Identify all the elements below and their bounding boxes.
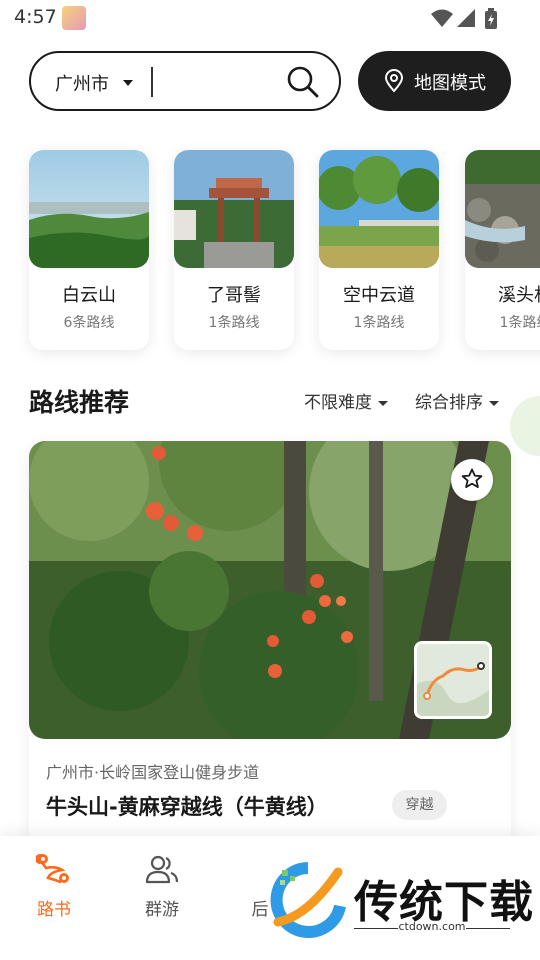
map-mode-label: 地图模式 bbox=[414, 73, 486, 94]
favorite-button[interactable] bbox=[451, 459, 493, 501]
search-bar: 广州市 bbox=[29, 51, 341, 111]
city-selector[interactable]: 广州市 bbox=[55, 70, 109, 96]
status-time: 4:57 bbox=[14, 6, 57, 28]
battery-icon bbox=[485, 8, 497, 29]
nav-tab-group-tour[interactable]: 群游 bbox=[122, 852, 202, 922]
place-photo bbox=[174, 150, 294, 268]
search-cursor bbox=[151, 67, 153, 97]
app-screen: 4:57 广州市 地图模式 白云山 6条路线 了哥髻 1条路线 空中云道 1条路… bbox=[0, 0, 540, 960]
search-icon[interactable] bbox=[286, 65, 320, 99]
places-carousel: 白云山 6条路线 了哥髻 1条路线 空中云道 1条路线 溪头 1条路 bbox=[0, 150, 540, 355]
group-icon bbox=[145, 855, 179, 884]
chevron-down-icon[interactable] bbox=[123, 80, 133, 86]
watermark-logo bbox=[270, 862, 346, 938]
place-photo bbox=[29, 150, 149, 268]
place-name: 空中云道 bbox=[343, 285, 415, 306]
place-card-ligeji[interactable]: 了哥髻 1条路线 bbox=[174, 150, 294, 350]
route-location: 广州市·长岭国家登山健身步道 bbox=[46, 763, 260, 782]
sort-filter-label: 综合排序 bbox=[415, 393, 483, 413]
watermark: 传统下载 ctdown.com bbox=[268, 862, 533, 942]
place-photo bbox=[465, 150, 540, 268]
place-name: 白云山 bbox=[62, 285, 116, 306]
watermark-url: ctdown.com bbox=[398, 920, 466, 933]
notification-app-icon bbox=[62, 6, 86, 30]
nav-tab-roadbook[interactable]: 路书 bbox=[14, 852, 94, 922]
chevron-down-icon bbox=[489, 400, 499, 406]
place-route-count: 1条路线 bbox=[208, 315, 260, 331]
nav-tab-label: 路书 bbox=[37, 900, 71, 920]
place-route-count: 1条路线 bbox=[499, 315, 540, 331]
route-card[interactable]: 广州市·长岭国家登山健身步道 牛头山-黄麻穿越线（牛黄线） 穿越 bbox=[29, 441, 511, 861]
cell-signal-icon bbox=[457, 9, 475, 27]
watermark-divider bbox=[466, 928, 510, 929]
difficulty-filter[interactable]: 不限难度 bbox=[304, 388, 388, 413]
floating-shortcut-button[interactable] bbox=[510, 396, 540, 456]
wifi-icon bbox=[431, 9, 453, 27]
map-pin-icon bbox=[384, 69, 404, 93]
place-route-count: 6条路线 bbox=[63, 315, 115, 331]
route-type-badge: 穿越 bbox=[392, 790, 447, 820]
status-bar: 4:57 bbox=[0, 0, 540, 36]
route-mini-map[interactable] bbox=[414, 641, 492, 719]
route-map-icon bbox=[36, 854, 69, 884]
place-card-kongzhongyundao[interactable]: 空中云道 1条路线 bbox=[319, 150, 439, 350]
star-icon bbox=[461, 468, 483, 488]
place-name: 溪头村 bbox=[498, 285, 540, 306]
place-route-count: 1条路线 bbox=[353, 315, 405, 331]
route-name: 牛头山-黄麻穿越线（牛黄线） bbox=[46, 795, 328, 819]
difficulty-filter-label: 不限难度 bbox=[304, 393, 372, 413]
map-mode-button[interactable]: 地图模式 bbox=[358, 51, 511, 111]
place-name: 了哥髻 bbox=[207, 285, 261, 306]
section-title: 路线推荐 bbox=[29, 388, 130, 417]
place-card-xitoucun[interactable]: 溪头村 1条路线 bbox=[465, 150, 540, 350]
chevron-down-icon bbox=[378, 400, 388, 406]
place-card-baiyunshan[interactable]: 白云山 6条路线 bbox=[29, 150, 149, 350]
place-photo bbox=[319, 150, 439, 268]
nav-tab-label: 群游 bbox=[145, 900, 179, 920]
search-input[interactable] bbox=[161, 65, 281, 99]
sort-filter[interactable]: 综合排序 bbox=[415, 388, 499, 413]
